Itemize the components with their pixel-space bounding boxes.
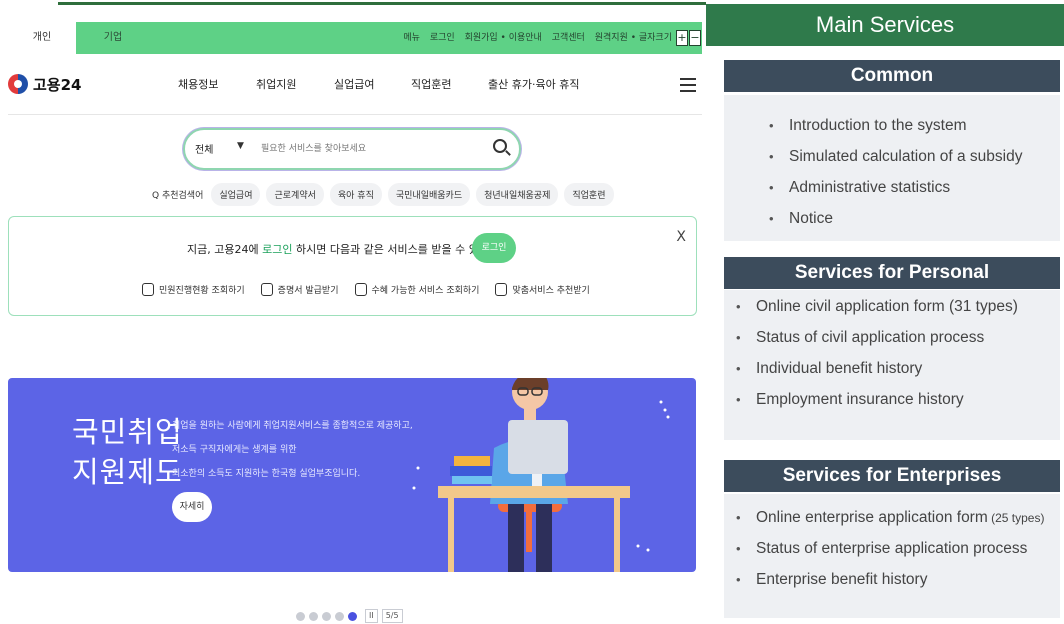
list-item: Enterprise benefit history — [736, 564, 1060, 595]
section-body-enterprises: Online enterprise application form (25 t… — [724, 494, 1060, 618]
list-item: Individual benefit history — [736, 353, 1060, 384]
keyword-chip[interactable]: 실업급여 — [211, 182, 261, 206]
page-indicator: 5/5 — [381, 609, 403, 623]
list-item: Employment insurance history — [736, 384, 1060, 415]
keyword-chip[interactable]: 근로계약서 — [266, 182, 324, 206]
util-link-remote[interactable]: 원격지원 • 글자크기 — [595, 33, 672, 43]
section-title-personal: Services for Personal — [724, 257, 1060, 289]
chevron-down-icon[interactable]: ▼ — [237, 141, 244, 151]
logo-icon — [8, 74, 28, 94]
tab-personal[interactable]: 개인 — [8, 22, 76, 54]
search-icon[interactable] — [493, 139, 507, 153]
top-utility-bar: 개인 기업 메뉴 로그인 회원가입 • 이용안내 고객센터 원격지원 • 글자크… — [8, 22, 702, 54]
pager-dot[interactable] — [296, 611, 305, 621]
list-item: Notice — [769, 203, 1060, 234]
search-scope-select[interactable]: 전체 — [195, 141, 213, 156]
banner-description: 취업을 원하는 사람에게 취업지원서비스를 종합적으로 제공하고, 저소득 구직… — [172, 421, 413, 479]
nav-unemployment-benefit[interactable]: 실업급여 — [334, 76, 374, 92]
font-size-minus-button[interactable]: − — [689, 30, 701, 46]
search-document-icon — [354, 283, 367, 296]
keyword-chip[interactable]: 직업훈련 — [564, 182, 614, 206]
logo-text: 고용24 — [33, 75, 82, 94]
close-icon[interactable]: X — [676, 229, 686, 245]
document-icon — [142, 283, 154, 296]
banner-pager: II 5/5 — [296, 609, 403, 623]
list-item: Administrative statistics — [769, 172, 1060, 203]
keyword-chip[interactable]: 육아 휴직 — [329, 182, 382, 206]
top-accent-line — [58, 2, 706, 5]
promo-banner[interactable]: 국민취업 지원제도 취업을 원하는 사람에게 취업지원서비스를 종합적으로 제공… — [8, 378, 696, 572]
util-link-login[interactable]: 로그인 — [430, 33, 455, 43]
pager-dot[interactable] — [322, 611, 331, 621]
main-services-panel: Main Services Common Introduction to the… — [706, 0, 1064, 624]
util-link-support[interactable]: 고객센터 — [552, 33, 585, 43]
pager-dot[interactable] — [335, 611, 344, 621]
search-input[interactable] — [261, 139, 481, 159]
recommended-keywords: Q 추천검색어 실업급여 근로계약서 육아 휴직 국민내일배움카드 청년내일채움… — [152, 182, 620, 206]
list-item: Status of enterprise application process — [736, 533, 1060, 564]
search-box: 전체 ▼ — [183, 128, 521, 170]
quick-link-certificate[interactable]: 증명서 발급받기 — [260, 283, 339, 296]
list-item: Introduction to the system — [769, 110, 1060, 141]
nav-parental-leave[interactable]: 출산 휴가·육아 휴직 — [488, 76, 579, 92]
certificate-icon — [260, 283, 273, 296]
banner-detail-button[interactable]: 자세히 — [172, 492, 212, 522]
hamburger-menu-icon[interactable] — [680, 78, 696, 92]
keyword-chip[interactable]: 청년내일채움공제 — [476, 182, 559, 206]
header-divider — [8, 114, 702, 115]
util-link-signup[interactable]: 회원가입 • 이용안내 — [465, 33, 542, 43]
list-item: Online civil application form (31 types) — [736, 291, 1060, 322]
main-navigation: 채용정보 취업지원 실업급여 직업훈련 출산 휴가·육아 휴직 — [160, 76, 580, 96]
login-link[interactable]: 로그인 — [262, 243, 292, 256]
recommend-icon — [495, 283, 508, 296]
section-body-common: Introduction to the system Simulated cal… — [724, 95, 1060, 241]
section-title-common: Common — [724, 60, 1060, 92]
person-at-computer-illustration — [412, 378, 670, 572]
quick-link-eligible-services[interactable]: 수혜 가능한 서비스 조회하기 — [354, 283, 479, 296]
list-item: Online enterprise application form (25 t… — [736, 502, 1060, 533]
font-size-plus-button[interactable]: + — [676, 30, 688, 46]
nav-jobs[interactable]: 채용정보 — [178, 76, 218, 92]
site-logo[interactable]: 고용24 — [8, 72, 81, 96]
nav-employment-support[interactable]: 취업지원 — [256, 76, 296, 92]
list-item: Status of civil application process — [736, 322, 1060, 353]
website-screenshot: 개인 기업 메뉴 로그인 회원가입 • 이용안내 고객센터 원격지원 • 글자크… — [0, 0, 706, 624]
quick-link-application-status[interactable]: 민원진행현황 조회하기 — [142, 283, 245, 296]
section-body-personal: Online civil application form (31 types)… — [724, 290, 1060, 440]
pager-dot-active[interactable] — [348, 611, 357, 621]
keyword-chip[interactable]: 국민내일배움카드 — [387, 182, 471, 206]
panel-header: Main Services — [706, 4, 1064, 46]
utility-links: 메뉴 로그인 회원가입 • 이용안내 고객센터 원격지원 • 글자크기 — [396, 22, 672, 54]
login-notice-box: 지금, 고용24에 로그인 하시면 다음과 같은 서비스를 받을 수 있습니다.… — [8, 216, 697, 316]
quick-links: 민원진행현황 조회하기 증명서 발급받기 수혜 가능한 서비스 조회하기 맞춤서… — [142, 283, 606, 296]
login-notice-message: 지금, 고용24에 로그인 하시면 다음과 같은 서비스를 받을 수 있습니다. — [187, 243, 513, 256]
quick-link-recommendation[interactable]: 맞춤서비스 추천받기 — [495, 283, 590, 296]
section-title-enterprises: Services for Enterprises — [724, 460, 1060, 492]
list-item: Simulated calculation of a subsidy — [769, 141, 1060, 172]
login-button[interactable]: 로그인 — [472, 233, 516, 263]
pager-dot[interactable] — [309, 611, 318, 621]
recommended-label: Q 추천검색어 — [152, 190, 204, 201]
tab-enterprise[interactable]: 기업 — [76, 22, 150, 54]
pause-button[interactable]: II — [365, 609, 378, 623]
nav-vocational-training[interactable]: 직업훈련 — [411, 76, 451, 92]
banner-title: 국민취업 지원제도 — [72, 415, 183, 489]
util-link-menu[interactable]: 메뉴 — [403, 33, 420, 43]
